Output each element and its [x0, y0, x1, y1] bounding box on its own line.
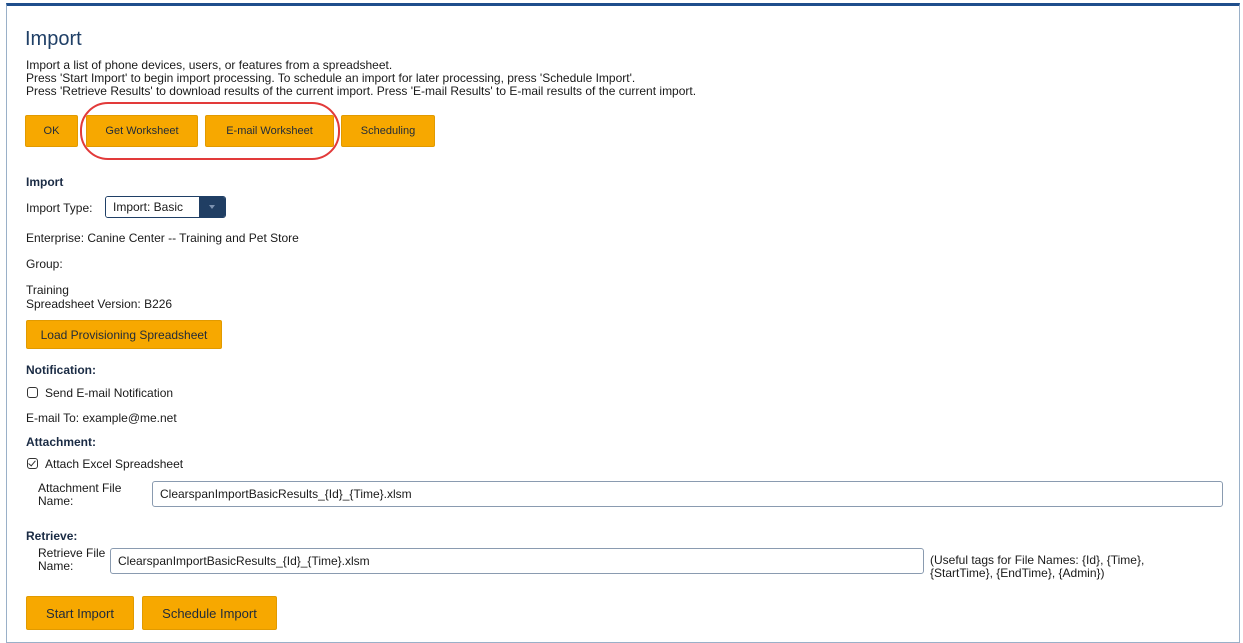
- retrieve-heading: Retrieve:: [26, 529, 78, 543]
- send-email-checkbox[interactable]: [27, 387, 38, 398]
- useful-tags-line-2: {StartTime}, {EndTime}, {Admin}): [930, 566, 1105, 580]
- attachment-file-name-label: Attachment File Name:: [38, 481, 122, 508]
- ok-button[interactable]: OK: [25, 115, 78, 147]
- spreadsheet-version-text: Spreadsheet Version: B226: [26, 297, 173, 311]
- import-type-select[interactable]: Import: Basic: [105, 196, 226, 218]
- schedule-import-button[interactable]: Schedule Import: [142, 596, 277, 630]
- attach-spreadsheet-checkbox[interactable]: [27, 458, 38, 469]
- intro-line-1: Import a list of phone devices, users, o…: [26, 58, 393, 72]
- checkmark-icon: [28, 458, 36, 467]
- intro-line-2: Press 'Start Import' to begin import pro…: [26, 71, 636, 85]
- load-provisioning-spreadsheet-button[interactable]: Load Provisioning Spreadsheet: [26, 320, 222, 349]
- scheduling-button[interactable]: Scheduling: [341, 115, 435, 147]
- email-to-text: E-mail To: example@me.net: [26, 411, 177, 425]
- attachment-heading: Attachment:: [26, 435, 97, 449]
- chevron-down-icon[interactable]: [199, 197, 225, 217]
- useful-tags-help: (Useful tags for File Names: {Id}, {Time…: [930, 554, 1144, 580]
- get-worksheet-button[interactable]: Get Worksheet: [86, 115, 198, 147]
- training-text: Training: [26, 283, 69, 297]
- enterprise-text: Enterprise: Canine Center -- Training an…: [26, 231, 299, 245]
- group-text: Group:: [26, 257, 63, 271]
- page-title: Import: [25, 28, 82, 50]
- import-heading: Import: [26, 175, 64, 189]
- import-type-label: Import Type:: [26, 201, 93, 215]
- email-worksheet-button[interactable]: E-mail Worksheet: [205, 115, 334, 147]
- send-email-label: Send E-mail Notification: [45, 386, 174, 400]
- import-type-value: Import: Basic: [106, 197, 199, 217]
- retrieve-file-name-input[interactable]: ClearspanImportBasicResults_{Id}_{Time}.…: [110, 548, 924, 574]
- notification-heading: Notification:: [26, 363, 96, 377]
- attachment-file-name-input[interactable]: ClearspanImportBasicResults_{Id}_{Time}.…: [152, 481, 1223, 507]
- attach-spreadsheet-label: Attach Excel Spreadsheet: [45, 457, 184, 471]
- retrieve-file-name-label: Retrieve File Name:: [38, 546, 106, 573]
- intro-line-3: Press 'Retrieve Results' to download res…: [26, 84, 697, 98]
- start-import-button[interactable]: Start Import: [26, 596, 134, 630]
